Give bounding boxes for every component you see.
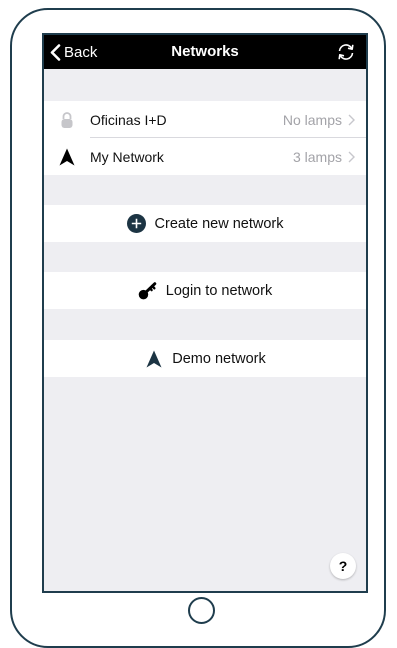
login-network-button[interactable]: Login to network — [44, 272, 366, 309]
network-lamp-count: No lamps — [282, 111, 342, 128]
chevron-right-icon — [348, 114, 358, 126]
key-icon — [138, 281, 158, 301]
network-arrow-icon — [144, 349, 164, 369]
network-row-my-network[interactable]: My Network 3 lamps — [44, 138, 366, 175]
network-name: My Network — [90, 148, 164, 165]
page-title: Networks — [171, 43, 239, 60]
demo-network-section: Demo network — [44, 340, 366, 377]
help-button[interactable]: ? — [330, 553, 356, 579]
create-network-label: Create new network — [154, 215, 284, 232]
sync-icon[interactable] — [336, 42, 356, 62]
create-network-section: Create new network — [44, 205, 366, 242]
network-name: Oficinas I+D — [90, 111, 167, 128]
create-network-button[interactable]: Create new network — [44, 205, 366, 242]
lock-icon — [56, 109, 78, 131]
login-network-label: Login to network — [165, 282, 273, 299]
navigation-bar: Back Networks — [44, 35, 366, 69]
demo-network-label: Demo network — [172, 350, 266, 367]
chevron-right-icon — [348, 151, 358, 163]
network-arrow-icon — [56, 146, 78, 168]
network-lamp-count: 3 lamps — [292, 148, 342, 165]
demo-network-button[interactable]: Demo network — [44, 340, 366, 377]
login-network-section: Login to network — [44, 272, 366, 309]
app-screen: Back Networks Oficinas I+D No lamps My N… — [42, 33, 368, 593]
network-list: Oficinas I+D No lamps My Network 3 lamps — [44, 101, 366, 175]
plus-circle-icon — [127, 214, 147, 234]
home-button[interactable] — [188, 597, 215, 624]
network-row-oficinas[interactable]: Oficinas I+D No lamps — [44, 101, 366, 138]
